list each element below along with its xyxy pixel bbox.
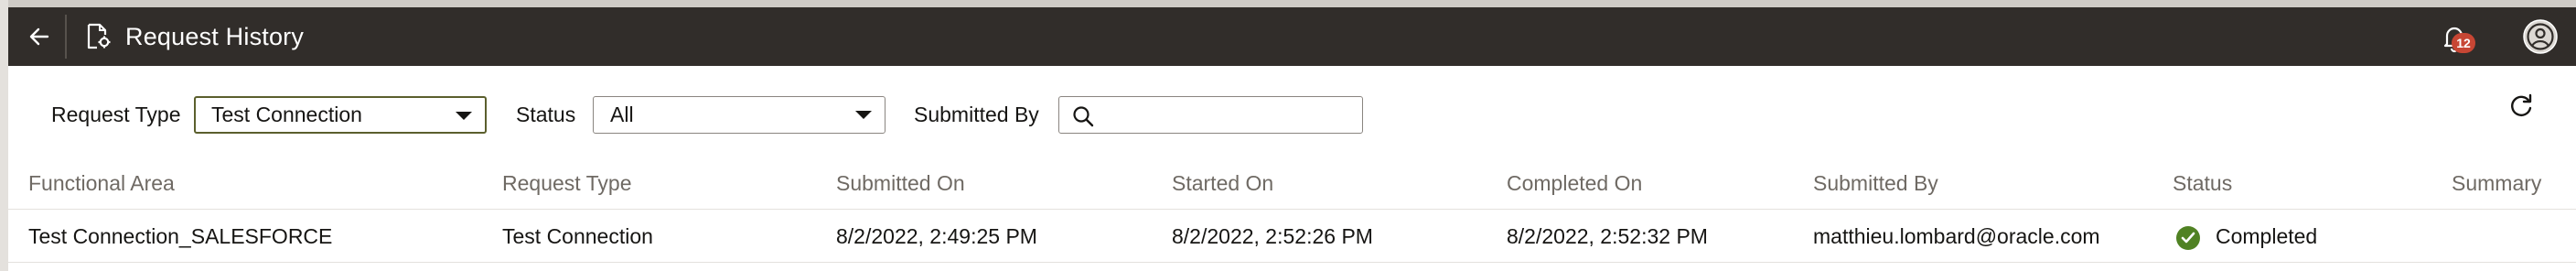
submitted-by-input[interactable] [1101, 99, 1348, 131]
refresh-icon[interactable] [2505, 90, 2538, 123]
cell-request-type: Test Connection [502, 224, 653, 248]
caret-down-icon [855, 111, 872, 119]
column-header[interactable]: Summary [2452, 167, 2541, 209]
arrow-left-icon [29, 27, 49, 46]
table-row[interactable]: Test Connection_SALESFORCE Test Connecti… [8, 210, 2576, 263]
notification-badge[interactable]: 12 [2452, 33, 2475, 53]
cell-completed-on: 8/2/2022, 2:52:32 PM [1507, 224, 1708, 248]
table-header: Functional Area Request Type Submitted O… [8, 167, 2576, 210]
submitted-by-search[interactable] [1058, 96, 1363, 134]
check-circle-icon [2176, 226, 2200, 250]
request-type-value: Test Connection [211, 103, 362, 126]
status-label: Status [516, 103, 576, 126]
search-icon [1073, 106, 1094, 127]
window-top-border [0, 0, 2576, 7]
column-header[interactable]: Request Type [502, 167, 632, 209]
column-header[interactable]: Started On [1172, 167, 1273, 209]
request-type-select[interactable]: Test Connection [194, 96, 487, 134]
status-select[interactable]: All [593, 96, 886, 134]
column-header[interactable]: Status [2173, 167, 2232, 209]
submitted-by-label: Submitted By [914, 103, 1039, 126]
cell-submitted-by: matthieu.lombard@oracle.com [1813, 224, 2100, 248]
cell-started-on: 8/2/2022, 2:52:26 PM [1172, 224, 1373, 248]
caret-down-icon [456, 112, 472, 120]
column-header[interactable]: Submitted By [1813, 167, 1938, 209]
document-gear-icon [87, 23, 111, 49]
request-type-label: Request Type [51, 103, 181, 126]
cell-submitted-on: 8/2/2022, 2:49:25 PM [836, 224, 1037, 248]
column-header[interactable]: Completed On [1507, 167, 1642, 209]
back-button[interactable] [14, 7, 65, 66]
filter-bar: Request Type Test Connection Status All … [0, 66, 2576, 167]
status-value: All [610, 103, 634, 126]
header-divider [65, 15, 67, 59]
column-header[interactable]: Submitted On [836, 167, 965, 209]
column-header[interactable]: Functional Area [28, 167, 175, 209]
cell-functional-area: Test Connection_SALESFORCE [28, 224, 333, 248]
page-title: Request History [125, 23, 305, 50]
cell-status: Completed [2216, 224, 2318, 248]
app-header: Request History 12 [8, 7, 2576, 66]
user-avatar-icon[interactable] [2522, 18, 2559, 55]
